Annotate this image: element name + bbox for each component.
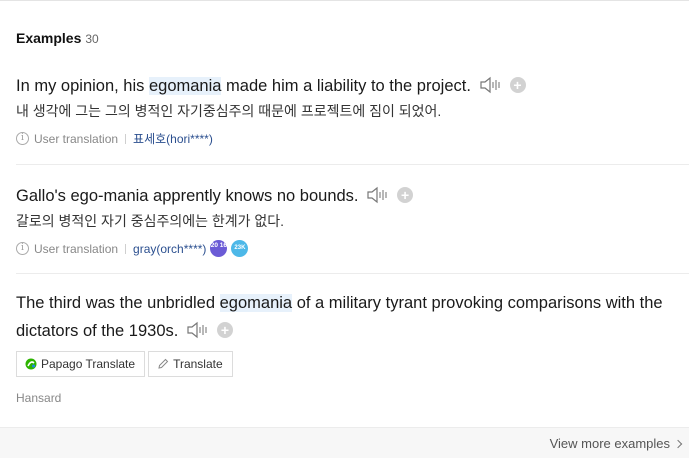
translate-button[interactable]: Translate [148,351,233,377]
footer-bar: View more examples [0,427,689,458]
highlighted-term[interactable]: egomania [148,77,222,95]
example-divider [16,273,689,274]
user-link[interactable]: gray(orch****) [133,242,206,256]
divider [125,243,127,254]
papago-translate-button[interactable]: Papago Translate [16,351,146,377]
source-label: Hansard [16,391,62,405]
example-divider [16,164,689,165]
plus-icon[interactable]: + [397,186,414,203]
translation-meta: i User translation 표세호(hori****) [16,130,689,147]
translation-text: 갈로의 병적인 자기 중심주의에는 한계가 없다. [16,213,285,229]
speaker-icon[interactable] [367,185,391,205]
translation-text: 내 생각에 그는 그의 병적인 자기중심주의 때문에 프로젝트에 짐이 되었어. [16,103,442,119]
papago-translate-label: Papago Translate [41,357,136,371]
view-more-label: View more examples [549,436,670,451]
user-link[interactable]: 표세호(hori****) [133,130,213,147]
sentence-text: made him a liability to the project. [221,77,471,95]
plus-icon[interactable]: + [216,321,233,338]
example-item: In my opinion, his egomania made him a l… [16,72,689,147]
sentence-text: In my opinion, his [16,77,149,95]
example-sentence: The third was the unbridled egomania of … [16,289,689,345]
papago-icon [25,358,37,370]
chevron-right-icon [673,439,683,448]
examples-title: Examples [16,30,82,46]
divider [125,133,127,144]
top-divider [0,0,689,1]
view-more-examples-link[interactable]: View more examples [549,436,683,451]
user-translation-label: User translation [34,131,119,146]
examples-header: Examples 30 [16,30,99,46]
plus-icon[interactable]: + [509,76,526,93]
translate-label: Translate [173,357,223,371]
count-badge: 23K [231,240,249,257]
example-item: The third was the unbridled egomania of … [16,289,689,405]
highlighted-term[interactable]: egomania [219,294,293,312]
example-sentence: In my opinion, his egomania made him a l… [16,72,689,100]
translate-buttons: Papago Translate Translate [16,351,689,377]
sentence-text: The third was the unbridled [16,294,220,312]
sentence-text: Gallo's ego-mania apprently knows no bou… [16,187,359,205]
example-item: Gallo's ego-mania apprently knows no bou… [16,182,689,257]
translation-meta: i User translation gray(orch****) 20 16 … [16,240,689,257]
speaker-icon[interactable] [479,75,504,95]
user-translation-label: User translation [34,241,119,256]
pencil-icon [158,358,169,369]
example-sentence: Gallo's ego-mania apprently knows no bou… [16,182,689,210]
info-icon[interactable]: i [16,132,29,145]
info-icon[interactable]: i [16,242,29,255]
speaker-icon[interactable] [187,320,211,340]
year-badge: 20 16 [210,240,228,257]
examples-count: 30 [85,32,99,46]
